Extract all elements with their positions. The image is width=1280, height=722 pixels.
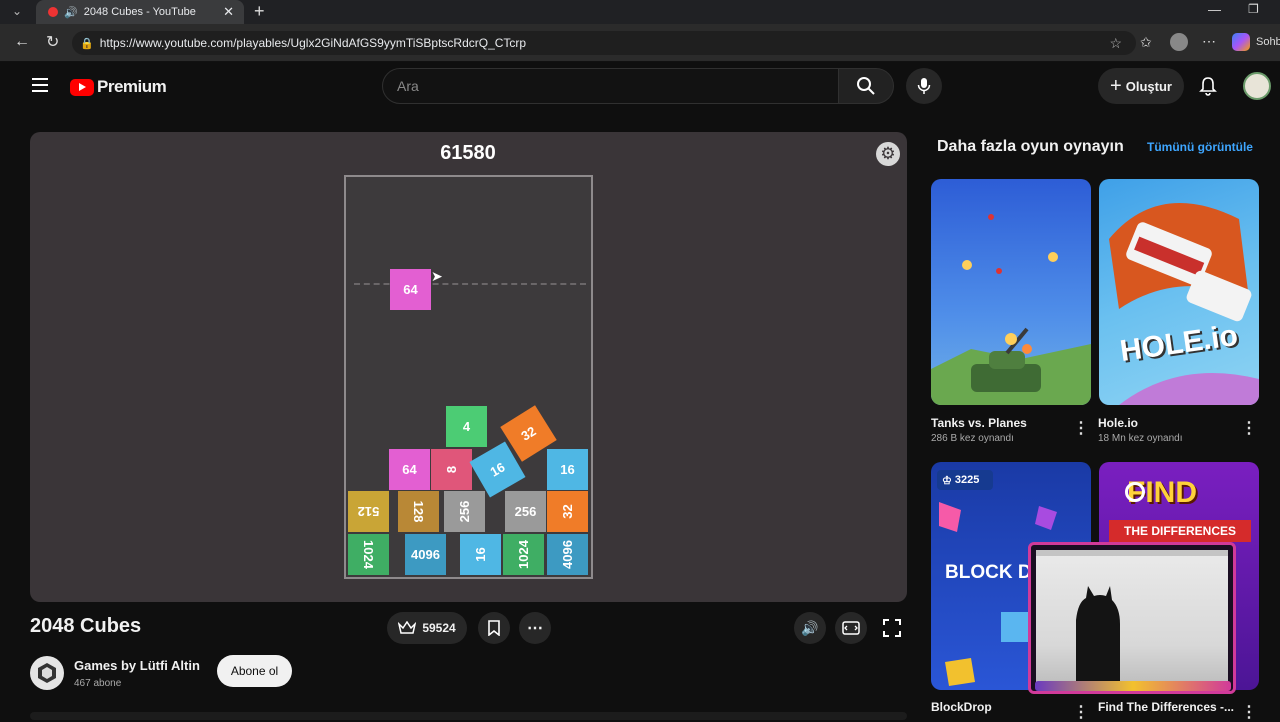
theater-mode-button[interactable] xyxy=(835,612,867,644)
channel-logo-icon xyxy=(38,663,56,683)
board-cube: 1024 xyxy=(348,534,389,575)
site-info-icon[interactable]: 🔒 xyxy=(80,37,94,50)
game-menu-icon[interactable]: ⋮ xyxy=(1073,702,1089,722)
save-button[interactable] xyxy=(478,612,510,644)
game-settings-gear-icon[interactable]: ⚙ xyxy=(876,142,900,166)
new-tab-icon[interactable]: + xyxy=(254,1,265,22)
tanks-artwork xyxy=(931,214,1091,405)
profile-label: Sohb xyxy=(1256,36,1280,48)
board-cube: 256 xyxy=(505,491,546,532)
subscriber-count: 467 abone xyxy=(74,678,122,689)
speaker-icon[interactable]: 🔊 xyxy=(64,6,78,19)
youtube-favicon-icon xyxy=(48,7,58,17)
minimize-icon[interactable]: — xyxy=(1208,2,1221,17)
url-field[interactable]: 🔒 https://www.youtube.com/playables/Uglx… xyxy=(72,31,1136,55)
plus-icon: + xyxy=(1110,74,1122,97)
board-cube: 256 xyxy=(444,491,485,532)
maximize-icon[interactable]: ❐ xyxy=(1248,2,1259,16)
differences-banner: THE DIFFERENCES xyxy=(1109,520,1251,542)
webcam-overlay xyxy=(1028,542,1236,694)
search-button[interactable] xyxy=(838,68,894,104)
board-cube: 4096 xyxy=(405,534,446,575)
theater-icon xyxy=(842,621,860,635)
subscribe-button[interactable]: Abone ol xyxy=(217,655,292,687)
board-cube: 4096 xyxy=(547,534,588,575)
favorites-icon[interactable]: ✩ xyxy=(1140,34,1152,51)
copilot-icon[interactable] xyxy=(1232,33,1250,51)
board-cube: 8 xyxy=(431,449,472,490)
fullscreen-button[interactable] xyxy=(876,612,908,644)
magnifier-icon xyxy=(1125,482,1145,502)
search-icon xyxy=(857,77,875,95)
sound-toggle-icon[interactable]: 🔊 xyxy=(794,612,826,644)
badge-value: 3225 xyxy=(954,474,980,486)
game-plays: 18 Mn kez oynandı xyxy=(1098,433,1183,444)
search-input[interactable]: Ara xyxy=(382,68,840,104)
reload-icon[interactable]: ↻ xyxy=(46,32,59,52)
url-text: https://www.youtube.com/playables/Uglx2G… xyxy=(99,36,527,50)
board-cube: 1024 xyxy=(503,534,544,575)
microphone-icon xyxy=(917,78,931,94)
favorite-star-icon[interactable]: ☆ xyxy=(1109,35,1122,52)
create-button[interactable]: + Oluştur xyxy=(1098,68,1184,104)
sidebar-heading: Daha fazla oyun oynayın xyxy=(937,138,1124,155)
falling-cube[interactable]: 64 xyxy=(390,269,431,310)
fullscreen-icon xyxy=(883,619,901,637)
see-all-link[interactable]: Tümünü görüntüle xyxy=(1147,140,1253,154)
hamburger-menu-icon[interactable] xyxy=(32,78,48,92)
game-title[interactable]: Hole.io xyxy=(1098,416,1138,430)
video-title: 2048 Cubes xyxy=(30,615,142,637)
back-icon[interactable]: ← xyxy=(14,33,30,51)
tab-title: 2048 Cubes - YouTube xyxy=(83,6,196,18)
board-cube: 4 xyxy=(446,406,487,447)
more-menu-icon[interactable]: ⋯ xyxy=(1202,33,1216,50)
board-cube: 32 xyxy=(547,491,588,532)
youtube-logo[interactable]: Premium xyxy=(70,77,167,97)
board-cube: 16 xyxy=(460,534,501,575)
board-cube: 512 xyxy=(348,491,389,532)
browser-tab[interactable]: 🔊 2048 Cubes - YouTube ✕ xyxy=(36,0,244,24)
game-title[interactable]: BlockDrop xyxy=(931,700,992,714)
more-actions-icon[interactable]: ⋯ xyxy=(519,612,551,644)
crown-count: 59524 xyxy=(422,621,456,635)
webcam-frame-bar xyxy=(1035,681,1231,691)
game-title[interactable]: Find The Differences -... xyxy=(1098,700,1234,714)
cat-silhouette-image xyxy=(1036,550,1228,686)
profile-avatar-icon[interactable] xyxy=(1170,33,1188,51)
game-plays: 286 B kez oynandı xyxy=(931,433,1014,444)
crown-icon: ♔ xyxy=(942,474,952,487)
hole-artwork xyxy=(1109,203,1259,405)
youtube-play-logo-icon xyxy=(70,78,94,96)
browser-tab-bar: ⌄ 🔊 2048 Cubes - YouTube ✕ + — ❐ xyxy=(0,0,1280,24)
channel-avatar[interactable] xyxy=(30,656,64,690)
channel-name[interactable]: Games by Lütfi Altin xyxy=(74,658,200,673)
blockdrop-badge: ♔ 3225 xyxy=(937,470,993,490)
game-menu-icon[interactable]: ⋮ xyxy=(1241,418,1257,438)
bookmark-icon xyxy=(488,620,500,636)
danger-line xyxy=(354,283,586,285)
game-score: 61580 xyxy=(440,142,496,164)
tab-list-icon[interactable]: ⌄ xyxy=(12,4,22,18)
crown-icon xyxy=(398,621,417,634)
game-thumbnail-hole[interactable]: HOLE.io xyxy=(1099,179,1259,405)
game-menu-icon[interactable]: ⋮ xyxy=(1241,702,1257,722)
notifications-bell-icon[interactable] xyxy=(1198,76,1218,96)
board-cube: 128 xyxy=(398,491,439,532)
game-thumbnail-tanks[interactable] xyxy=(931,179,1091,405)
board-cube: 16 xyxy=(547,449,588,490)
webcam-feed xyxy=(1036,550,1228,686)
game-menu-icon[interactable]: ⋮ xyxy=(1073,418,1089,438)
create-label: Oluştur xyxy=(1125,78,1172,94)
crown-count-button[interactable]: 59524 xyxy=(387,612,467,644)
description-panel-edge xyxy=(30,712,907,720)
blockdrop-thumb-text: BLOCK D xyxy=(945,562,1032,583)
voice-search-button[interactable] xyxy=(906,68,942,104)
mouse-cursor-icon: ➤ xyxy=(431,268,443,284)
game-title[interactable]: Tanks vs. Planes xyxy=(931,416,1027,430)
tab-close-icon[interactable]: ✕ xyxy=(223,4,234,20)
board-cube: 64 xyxy=(389,449,430,490)
account-avatar[interactable] xyxy=(1243,72,1271,100)
logo-text: Premium xyxy=(97,77,167,96)
